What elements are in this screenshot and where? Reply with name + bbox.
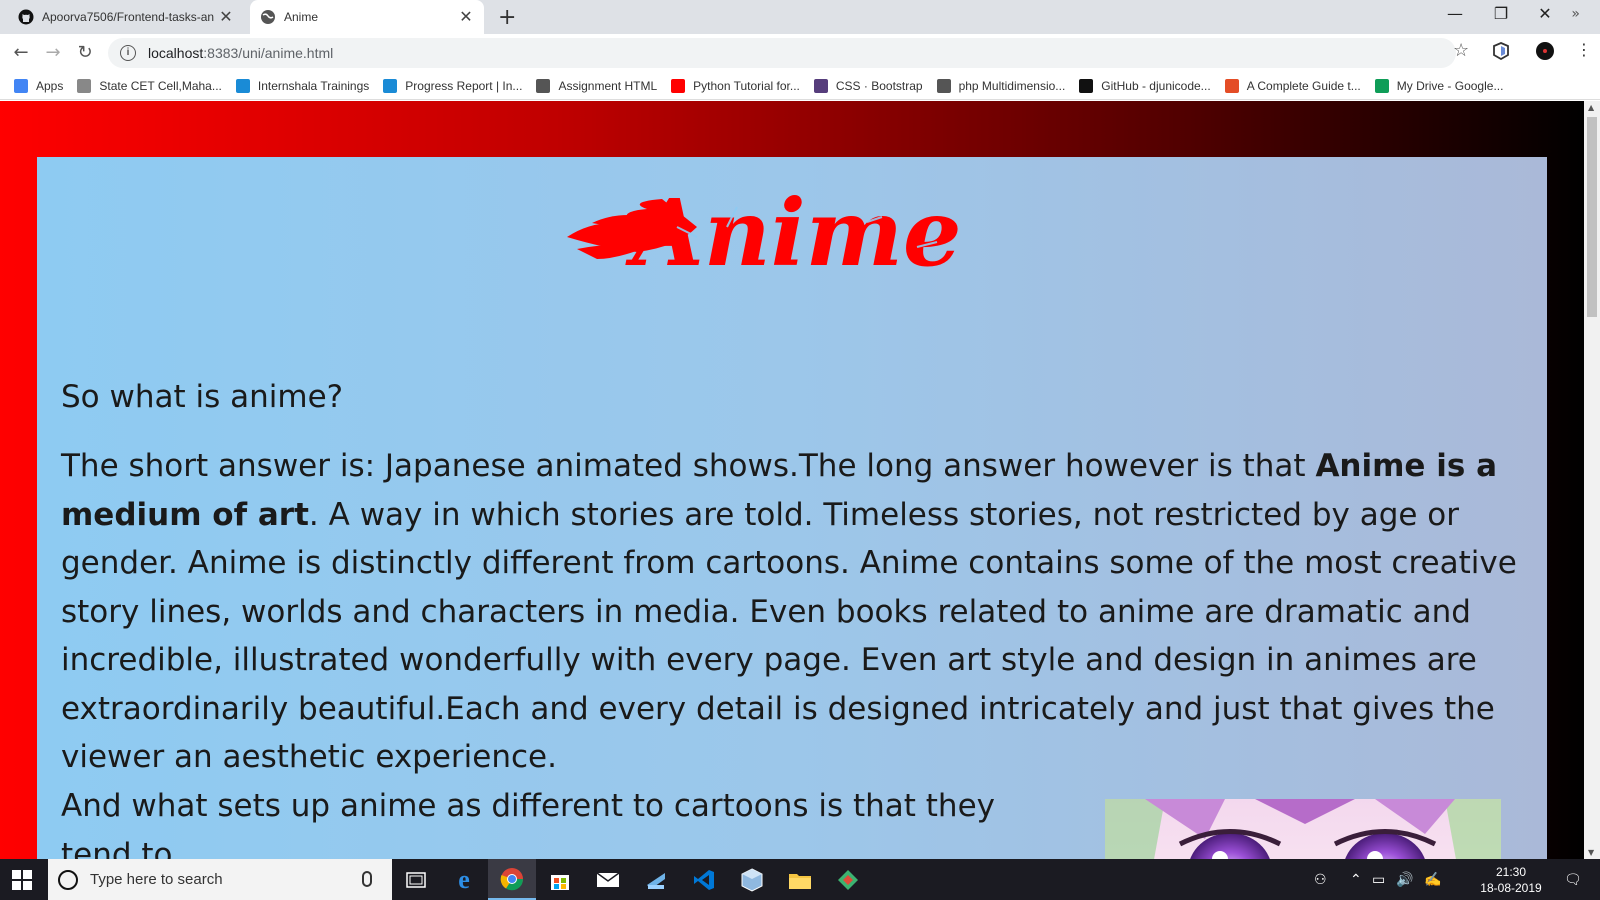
new-tab-button[interactable]: + [498,5,516,30]
task-view-icon[interactable] [392,859,440,900]
system-clock[interactable]: 21:30 18-08-2019 [1476,864,1546,896]
bookmark-item[interactable]: Progress Report | In... [383,78,523,93]
bookmark-item[interactable]: State CET Cell,Maha... [77,78,222,93]
profile-avatar-icon[interactable] [1536,42,1554,60]
globe-icon [261,10,275,24]
bookmark-label: Assignment HTML [558,78,658,93]
address-bar[interactable]: i localhost:8383/uni/anime.html [108,38,1456,68]
clock-date: 18-08-2019 [1480,881,1542,895]
tab-strip: Apoorva7506/Frontend-tasks-an ✕ Anime ✕ … [0,0,1600,34]
close-tab-icon[interactable]: ✕ [218,7,234,27]
youtube-icon [671,78,686,93]
scroll-down-icon[interactable]: ▼ [1588,848,1594,857]
github-icon [18,9,34,25]
intro-paragraph: The short answer is: Japanese animated s… [61,442,1521,782]
para-text-1: The short answer is: Japanese animated s… [61,448,1316,484]
bookmark-item[interactable]: GitHub - djunicode... [1079,78,1211,93]
vscode-icon[interactable] [680,859,728,900]
notification-icon[interactable]: 🗨 [1564,871,1582,888]
git-app-icon[interactable] [824,859,872,900]
tab-github[interactable]: Apoorva7506/Frontend-tasks-an ✕ [8,0,244,34]
bookmarks-overflow-icon[interactable]: » [1571,6,1580,22]
bookmark-label: A Complete Guide t... [1246,78,1361,93]
anime-eyes-image [1105,799,1501,859]
forward-icon[interactable]: → [42,42,64,64]
close-window-button[interactable]: ✕ [1522,4,1568,23]
bookmark-label: My Drive - Google... [1396,78,1504,93]
bookmark-label: Internshala Trainings [257,78,370,93]
windows-taskbar: Type here to search e ⚇ ⌃ ▭ 🔊 ✍ 21:30 18… [0,859,1600,900]
second-paragraph: And what sets up anime as different to c… [61,788,995,859]
vertical-scrollbar[interactable]: ▲ ▼ [1584,101,1600,859]
tab-title: Apoorva7506/Frontend-tasks-an [42,10,215,24]
back-icon[interactable]: ← [10,42,32,64]
chrome-icon[interactable] [488,859,536,900]
bookmark-item[interactable]: Apps [14,78,64,93]
info-icon[interactable]: i [120,45,136,61]
bookmark-item[interactable]: Assignment HTML [536,78,658,93]
menu-kebab-icon[interactable]: ⋮ [1576,40,1592,59]
page-viewport: Anime So what is anime? The short answer… [0,101,1584,859]
bookmark-label: Python Tutorial for... [693,78,800,93]
pen-icon[interactable]: ✍ [1424,871,1441,888]
drive-icon [1374,78,1389,93]
globe-icon [536,78,551,93]
restore-button[interactable]: ❐ [1478,4,1524,23]
edge-icon[interactable]: e [440,859,488,900]
bookmark-item[interactable]: My Drive - Google... [1374,78,1504,93]
logo-text: Anime [624,187,961,277]
file-explorer-icon[interactable] [776,859,824,900]
microphone-icon[interactable] [362,871,372,887]
bookmark-item[interactable]: php Multidimensio... [936,78,1066,93]
content-card: Anime So what is anime? The short answer… [37,157,1547,859]
internshala-icon [235,78,250,93]
cortana-icon [58,869,78,890]
bookmark-label: Progress Report | In... [405,78,523,93]
bookmark-label: php Multidimensio... [958,78,1066,93]
anime-flame-logo: Anime [567,187,962,277]
url-host: localhost [148,45,204,61]
reload-icon[interactable]: ↻ [74,42,96,64]
browser-toolbar: ← → ↻ i localhost:8383/uni/anime.html [0,34,1600,72]
building-icon [77,78,92,93]
mail-icon[interactable] [584,859,632,900]
bookmark-star-icon[interactable]: ☆ [1453,40,1469,61]
minimize-button[interactable]: — [1432,4,1478,23]
bookmark-label: GitHub - djunicode... [1101,78,1211,93]
url-path: :8383/uni/anime.html [203,45,334,61]
tray-chevron-icon[interactable]: ⌃ [1350,871,1362,888]
github-icon [1079,78,1094,93]
store-icon[interactable] [536,859,584,900]
guide-icon [1224,78,1239,93]
windows-start-icon[interactable] [12,870,32,890]
section-question: So what is anime? [61,379,344,415]
tab-anime[interactable]: Anime ✕ [250,0,484,34]
extension-shield-icon[interactable] [1492,42,1510,60]
taskbar-search-box[interactable]: Type here to search [48,859,392,900]
bookmark-item[interactable]: CSS · Bootstrap [813,78,923,93]
network-icon[interactable]: ▭ [1372,871,1385,888]
bookmark-item[interactable]: A Complete Guide t... [1224,78,1361,93]
tab-title: Anime [284,10,319,24]
bootstrap-icon [813,78,828,93]
para-text-2: . A way in which stories are told. Timel… [61,496,1517,776]
globe-icon [936,78,951,93]
apps-grid-icon [14,78,28,93]
close-tab-icon[interactable]: ✕ [458,7,474,27]
bookmarks-bar: Apps State CET Cell,Maha... Internshala Tr… [0,72,1600,100]
bookmark-label: Apps [36,78,64,93]
volume-icon[interactable]: 🔊 [1396,871,1413,888]
people-icon[interactable]: ⚇ [1314,871,1327,888]
taskbar-search-placeholder: Type here to search [90,871,223,888]
bookmark-label: State CET Cell,Maha... [99,78,222,93]
bookmark-item[interactable]: Python Tutorial for... [671,78,800,93]
clock-time: 21:30 [1495,865,1527,879]
bookmark-item[interactable]: Internshala Trainings [235,78,370,93]
scroll-up-icon[interactable]: ▲ [1588,103,1594,112]
app-icon-blue[interactable] [632,859,680,900]
bookmark-label: CSS · Bootstrap [835,78,923,93]
virtualbox-icon[interactable] [728,859,776,900]
scrollbar-thumb[interactable] [1587,117,1597,317]
internshala-icon [383,78,398,93]
